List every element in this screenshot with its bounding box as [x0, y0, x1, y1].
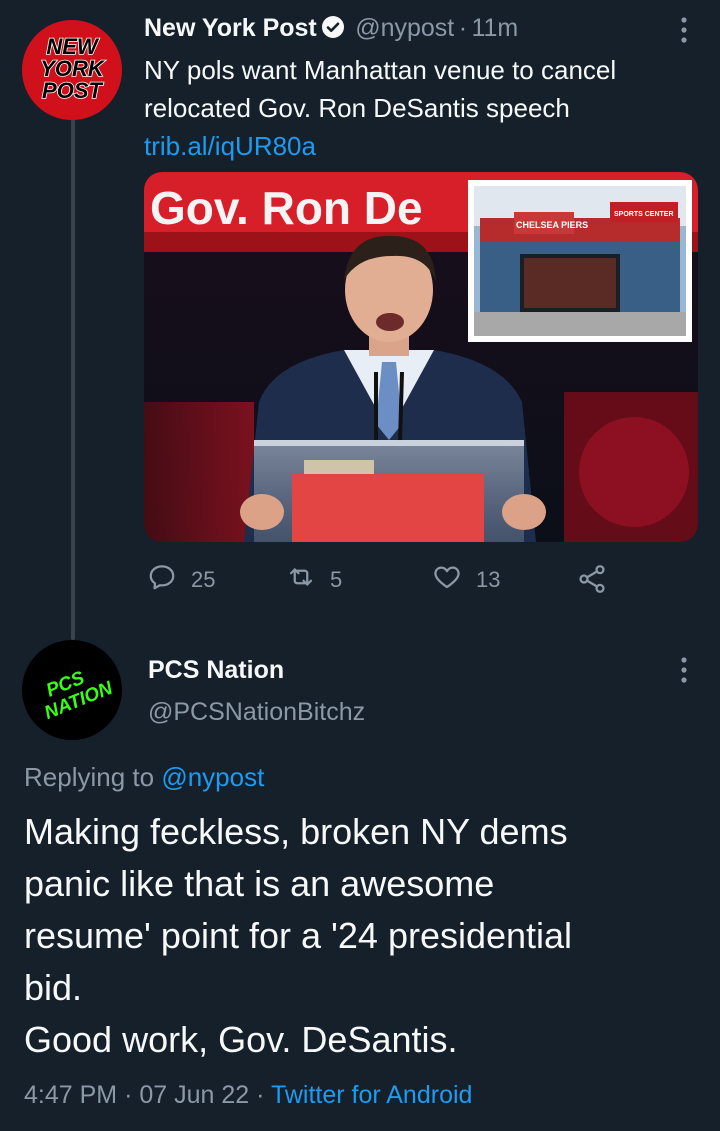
tweet-header: New York Post @nypost · 11m [144, 14, 518, 44]
reply-line-5: Good work, Gov. DeSantis. [24, 1019, 458, 1060]
reply-source[interactable]: Twitter for Android [271, 1081, 472, 1109]
nypost-avatar[interactable]: NEW YORK POST [22, 20, 122, 120]
inset-sign-chelsea: CHELSEA PIERS [516, 220, 588, 230]
pcs-logo: PCS NATION [22, 640, 122, 740]
replying-prefix: Replying to [24, 762, 162, 792]
share-icon[interactable] [576, 563, 608, 597]
retweet-icon [286, 562, 316, 598]
tweet-body: NY pols want Manhattan venue to cancel r… [144, 55, 617, 123]
like-icon [432, 562, 462, 598]
reply-more-icon[interactable] [674, 652, 694, 688]
reply-action[interactable]: 25 [147, 563, 215, 597]
reply-line-2: panic like that is an awesome [24, 863, 495, 904]
speech-photo: Gov. Ron De CHELSEA PIERS SPORTS CENTER [144, 172, 698, 542]
retweet-count: 5 [330, 567, 343, 592]
meta-separator-1: · [124, 1081, 133, 1109]
retweet-action[interactable]: 5 [286, 563, 342, 597]
tweet-link[interactable]: trib.al/iqUR80a [144, 131, 316, 161]
logo-line-3: POST [42, 78, 103, 103]
tweet-media[interactable]: Gov. Ron De CHELSEA PIERS SPORTS CENTER [144, 172, 698, 542]
more-icon[interactable] [674, 12, 694, 48]
reply-author-name[interactable]: PCS Nation [148, 656, 284, 685]
media-banner-text: Gov. Ron De [150, 182, 423, 234]
like-count: 13 [476, 567, 501, 592]
reply-line-3: resume' point for a '24 presidential [24, 915, 573, 956]
reply-author-handle[interactable]: @PCSNationBitchz [148, 698, 365, 727]
pcs-avatar[interactable]: PCS NATION [22, 640, 122, 740]
reply-icon [147, 562, 177, 598]
separator: · [458, 14, 468, 42]
timestamp[interactable]: 11m [471, 14, 518, 42]
meta-separator-2: · [256, 1081, 265, 1109]
replying-to-handle[interactable]: @nypost [161, 762, 264, 792]
reply-line-1: Making feckless, broken NY dems [24, 811, 568, 852]
verified-badge-icon [321, 15, 345, 44]
reply-time[interactable]: 4:47 PM [24, 1081, 117, 1109]
like-action[interactable]: 13 [432, 563, 500, 597]
nypost-logo: NEW YORK POST [22, 20, 122, 120]
author-name[interactable]: New York Post [144, 14, 317, 42]
reply-meta: 4:47 PM · 07 Jun 22 · Twitter for Androi… [24, 1081, 472, 1110]
reply-date[interactable]: 07 Jun 22 [139, 1081, 249, 1109]
reply-line-4: bid. [24, 967, 83, 1008]
reply-count: 25 [191, 567, 216, 592]
author-handle[interactable]: @nypost [355, 14, 454, 42]
replying-to: Replying to @nypost [24, 762, 264, 793]
reply-text: Making feckless, broken NY dems panic li… [24, 806, 704, 1066]
tweet-text: NY pols want Manhattan venue to cancel r… [144, 51, 704, 165]
thread-connector [71, 118, 75, 640]
inset-sign-sports: SPORTS CENTER [614, 211, 674, 218]
